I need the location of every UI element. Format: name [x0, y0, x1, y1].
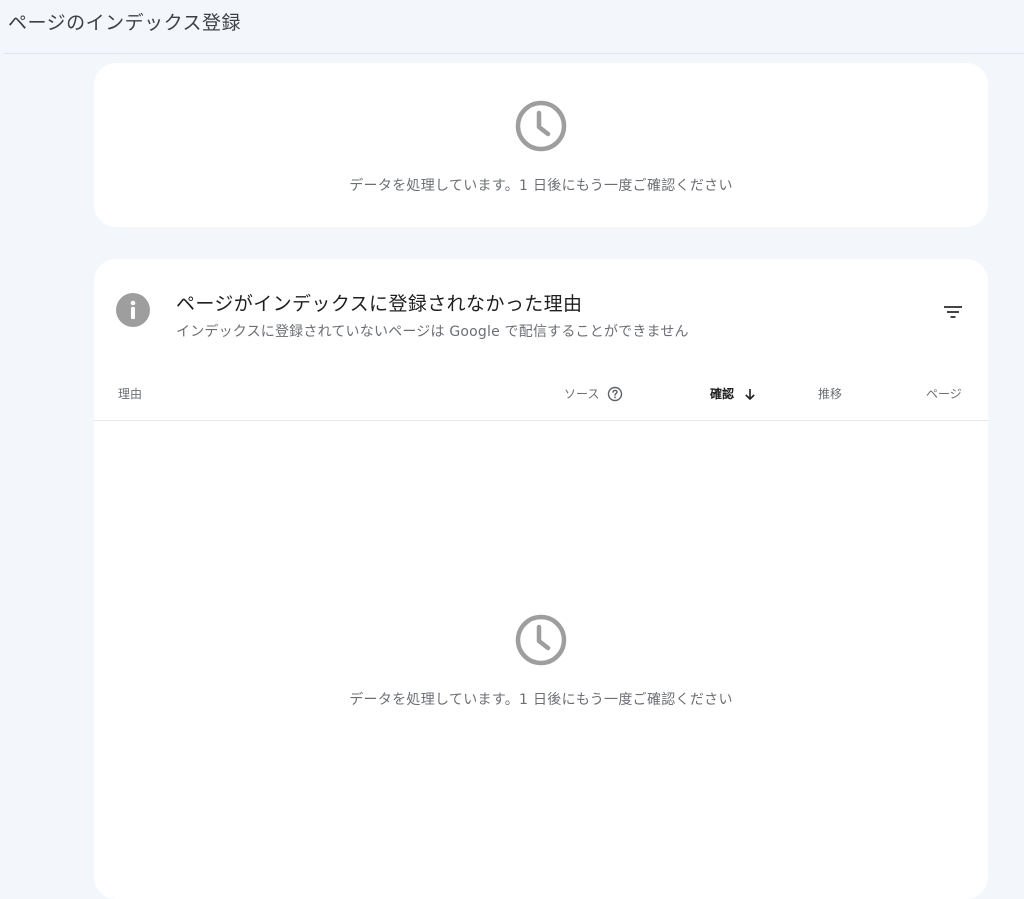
reasons-subtitle: インデックスに登録されていないページは Google で配信することができません: [176, 324, 689, 340]
clock-icon: [515, 614, 567, 666]
filter-button[interactable]: [938, 299, 968, 325]
column-header-confirm[interactable]: 確認: [710, 385, 758, 402]
processing-status-card: データを処理しています。1 日後にもう一度ご確認ください: [94, 63, 988, 227]
column-header-trend[interactable]: 推移: [818, 385, 842, 402]
column-label-confirm: 確認: [710, 387, 735, 401]
not-indexed-reasons-card: ページがインデックスに登録されなかった理由 インデックスに登録されていないページ…: [94, 259, 988, 899]
column-label-pages: ページ: [926, 387, 962, 401]
table-header: 理由 ソース 確認 推移 ページ: [94, 371, 988, 421]
column-label-source: ソース: [564, 387, 600, 401]
clock-icon: [515, 100, 567, 152]
info-icon: [116, 293, 150, 327]
processing-message: データを処理しています。1 日後にもう一度ご確認ください: [349, 178, 733, 194]
reasons-title: ページがインデックスに登録されなかった理由: [176, 293, 583, 315]
column-header-source[interactable]: ソース: [564, 385, 623, 402]
filter-icon: [944, 306, 962, 318]
help-icon[interactable]: [607, 386, 623, 402]
column-header-reason[interactable]: 理由: [118, 385, 142, 402]
arrow-down-icon: [745, 388, 755, 400]
column-label-trend: 推移: [818, 387, 843, 401]
page-title: ページのインデックス登録: [8, 12, 242, 34]
column-header-pages[interactable]: ページ: [926, 385, 962, 402]
page-header: ページのインデックス登録: [4, 0, 1024, 54]
empty-state-message: データを処理しています。1 日後にもう一度ご確認ください: [349, 692, 733, 708]
column-label-reason: 理由: [118, 387, 143, 401]
